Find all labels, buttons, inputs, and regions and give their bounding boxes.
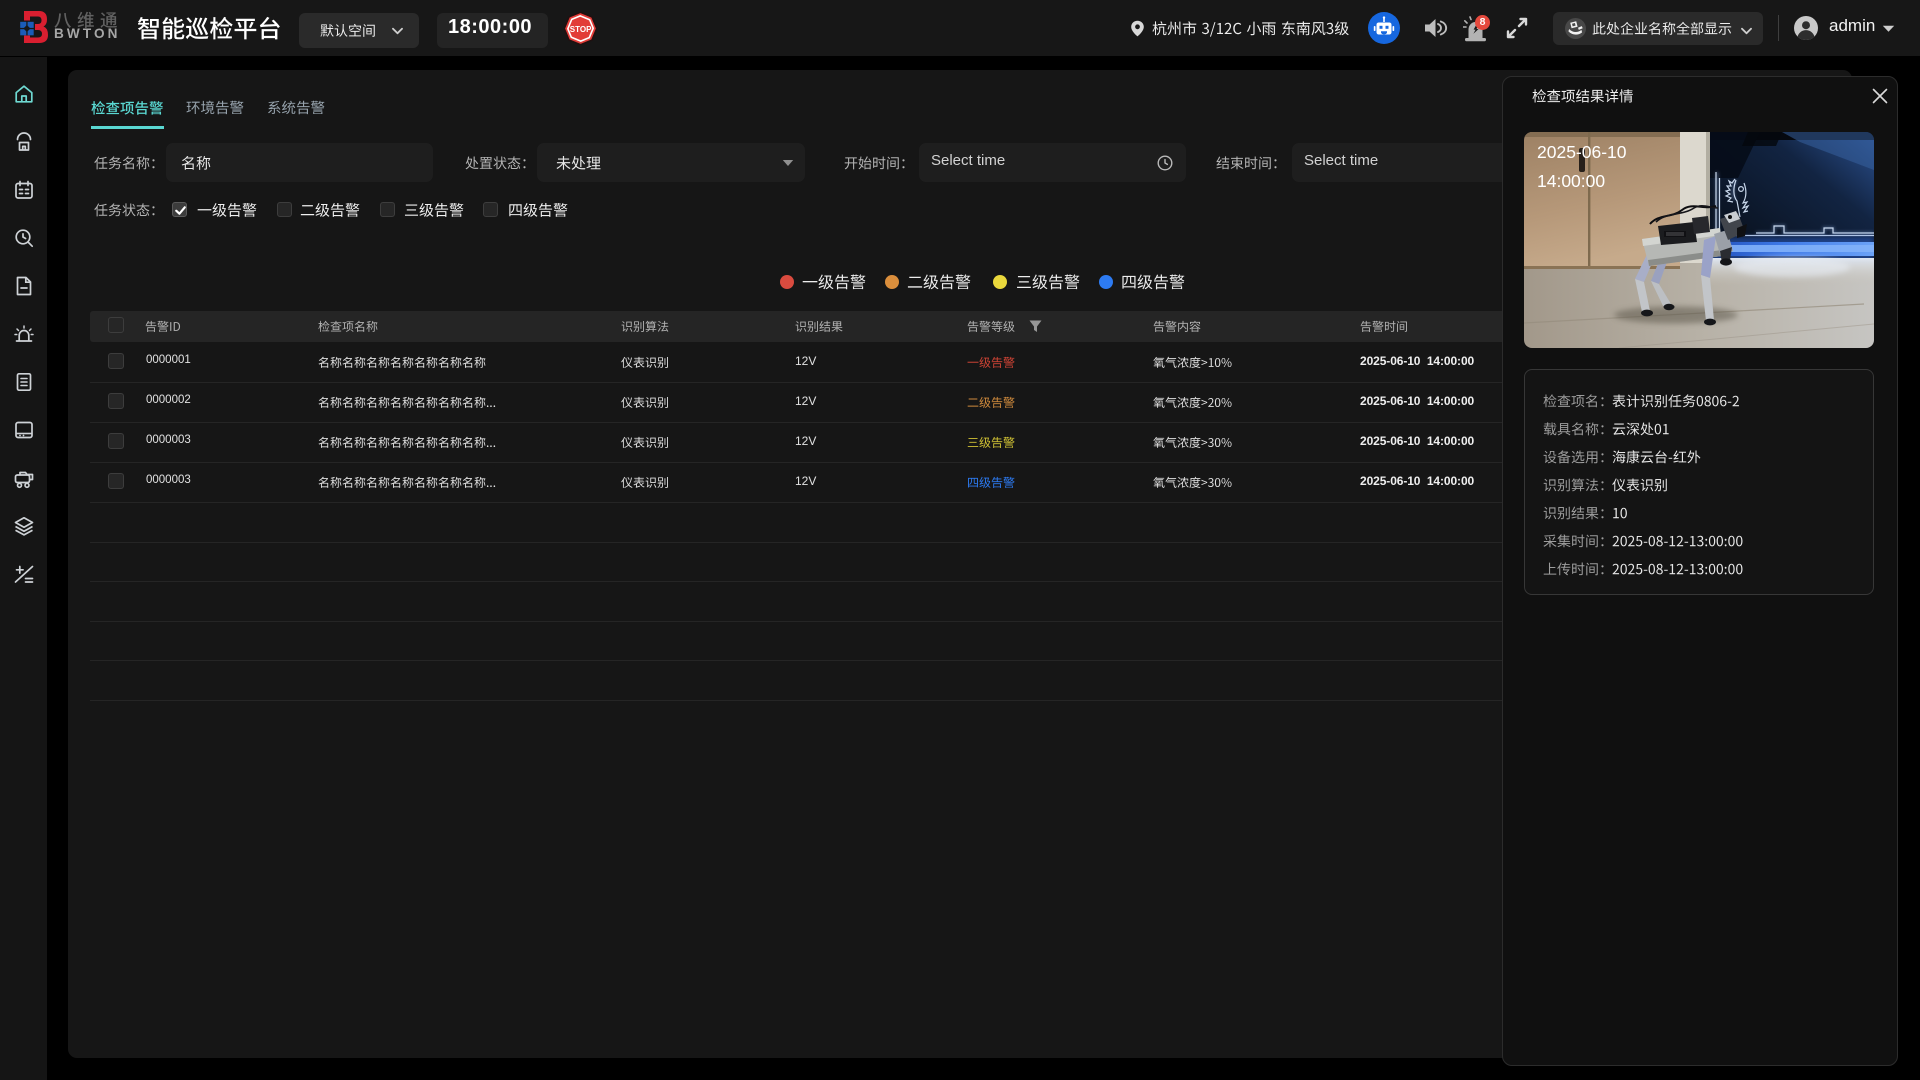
svg-text:STOP: STOP	[570, 25, 592, 34]
